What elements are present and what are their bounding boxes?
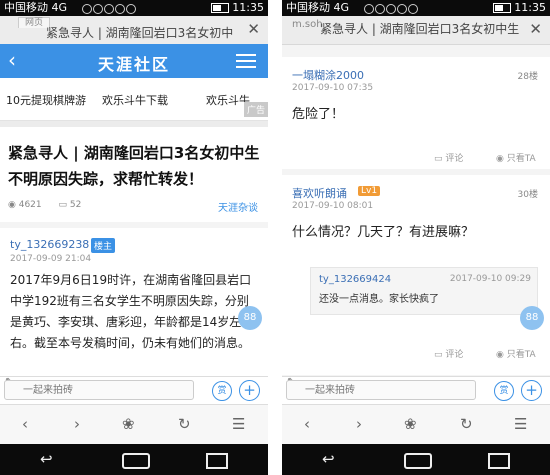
- android-nav-bar: ↩: [282, 444, 550, 475]
- forward-icon[interactable]: ›: [356, 415, 362, 433]
- background-tab[interactable]: m.soh: [292, 19, 323, 30]
- post-stats: ◉ 4621 ▭ 52: [8, 200, 95, 210]
- ad-link-2[interactable]: 欢乐斗牛下载: [102, 92, 168, 108]
- comment-action[interactable]: ▭ 评论: [434, 347, 463, 360]
- menu-icon[interactable]: ☰: [514, 415, 527, 433]
- reply-block: ty_132669424 2017-09-10 09:29 还没一点消息。家长快…: [310, 267, 538, 315]
- clock: 11:35: [514, 1, 546, 14]
- close-tab-icon[interactable]: ✕: [529, 20, 542, 38]
- views-count: ◉ 4621: [8, 200, 42, 210]
- status-right: 11:35: [211, 0, 264, 16]
- post-date: 2017-09-09 21:04: [10, 254, 92, 264]
- comment-user[interactable]: 一塌糊涂2000: [292, 67, 364, 83]
- active-tab-title[interactable]: 紧急寻人 | 湖南隆回岩口3名女初中生: [320, 20, 526, 37]
- channel-link[interactable]: 天涯杂谈: [218, 199, 258, 214]
- op-badge: 楼主: [91, 238, 116, 253]
- add-button[interactable]: +: [521, 380, 542, 401]
- post-body: ty_132669238 楼主 2017-09-09 21:04 2017年9月…: [0, 228, 268, 376]
- comment-floor: 30楼: [517, 190, 538, 200]
- android-nav-bar: ↩: [0, 444, 268, 475]
- ad-link-1[interactable]: 10元提现棋牌游: [6, 92, 86, 108]
- comment-user[interactable]: 喜欢听朗诵: [292, 185, 347, 201]
- comment-bar: ✎ 一起来拍砖 赏 +: [282, 376, 550, 405]
- menu-icon[interactable]: ☰: [232, 415, 245, 433]
- home-paw-icon[interactable]: ❀: [404, 415, 417, 433]
- comment-floor: 28楼: [517, 72, 538, 82]
- floating-action-icon[interactable]: 88: [238, 306, 262, 330]
- battery-icon: [493, 3, 512, 13]
- hamburger-menu-icon[interactable]: [236, 54, 256, 72]
- reward-button[interactable]: 赏: [212, 381, 232, 401]
- add-button[interactable]: +: [239, 380, 260, 401]
- floating-action-icon[interactable]: 88: [520, 306, 544, 330]
- system-back-icon[interactable]: ↩: [40, 450, 53, 468]
- comment-item: 喜欢听朗诵 Lv1 30楼 2017-09-10 08:01 什么情况？几天了？…: [282, 175, 550, 375]
- status-right: 11:35: [493, 0, 546, 16]
- reply-user[interactable]: ty_132669424: [319, 274, 391, 285]
- system-back-icon[interactable]: ↩: [322, 450, 335, 468]
- system-home-icon[interactable]: [404, 453, 432, 469]
- system-recents-icon[interactable]: [206, 453, 228, 469]
- level-badge: Lv1: [358, 186, 381, 196]
- comment-bar: ✎ 一起来拍砖 赏 +: [0, 376, 268, 405]
- comment-item: 一塌糊涂2000 28楼 2017-09-10 07:35 危险了！ ▭ 评论 …: [282, 57, 550, 169]
- system-recents-icon[interactable]: [488, 453, 510, 469]
- comment-input[interactable]: 一起来拍砖: [286, 380, 476, 400]
- browser-tab-strip: m.soh 紧急寻人 | 湖南隆回岩口3名女初中生 ✕: [282, 16, 550, 45]
- only-ta-action[interactable]: ◉ 只看TA: [496, 151, 536, 164]
- post-author[interactable]: ty_132669238: [10, 238, 89, 251]
- active-tab-title[interactable]: 紧急寻人 | 湖南隆回岩口3名女初中: [46, 24, 242, 41]
- post-title: 紧急寻人 | 湖南隆回岩口3名女初中生不明原因失踪，求帮忙转发！: [8, 144, 260, 188]
- reply-date: 2017-09-10 09:29: [449, 274, 531, 284]
- post-content: 2017年9月6日19时许，在湖南省隆回县岩口中学192班有三名女学生不明原因失…: [10, 273, 252, 350]
- comment-input[interactable]: 一起来拍砖: [4, 380, 194, 400]
- status-bar: 中国移动 4G 11:35: [0, 0, 268, 16]
- comment-action[interactable]: ▭ 评论: [434, 151, 463, 164]
- browser-toolbar: ‹ › ❀ ↻ ☰: [0, 404, 268, 445]
- forward-icon[interactable]: ›: [74, 415, 80, 433]
- carrier-label: 中国移动 4G: [286, 1, 350, 14]
- home-paw-icon[interactable]: ❀: [122, 415, 135, 433]
- only-ta-action[interactable]: ◉ 只看TA: [496, 347, 536, 360]
- status-bar: 中国移动 4G 11:35: [282, 0, 550, 16]
- browser-tab-strip: 网页 紧急寻人 | 湖南隆回岩口3名女初中 ✕: [0, 16, 268, 45]
- refresh-icon[interactable]: ↻: [460, 415, 473, 433]
- refresh-icon[interactable]: ↻: [178, 415, 191, 433]
- site-logo[interactable]: 天涯社区: [0, 51, 268, 75]
- ad-bar: 10元提现棋牌游 欢乐斗牛下载 欢乐斗牛 广告: [0, 78, 268, 121]
- close-tab-icon[interactable]: ✕: [247, 20, 260, 38]
- browser-toolbar: ‹ › ❀ ↻ ☰: [282, 404, 550, 445]
- back-icon[interactable]: ‹: [22, 415, 28, 433]
- comment-date: 2017-09-10 08:01: [292, 201, 374, 211]
- right-phone-screen: 中国移动 4G 11:35 m.soh 紧急寻人 | 湖南隆回岩口3名女初中生 …: [282, 0, 550, 475]
- left-phone-screen: 中国移动 4G 11:35 网页 紧急寻人 | 湖南隆回岩口3名女初中 ✕ ‹ …: [0, 0, 268, 475]
- comment-text: 危险了！: [292, 107, 345, 122]
- site-header: ‹ 天涯社区: [0, 44, 268, 78]
- system-home-icon[interactable]: [122, 453, 150, 469]
- carrier-label: 中国移动 4G: [4, 1, 68, 14]
- comment-text: 什么情况？几天了？有进展嘛？: [292, 225, 475, 240]
- reward-button[interactable]: 赏: [494, 381, 514, 401]
- ad-badge: 广告: [243, 102, 268, 117]
- replies-count: ▭ 52: [58, 200, 82, 210]
- comment-date: 2017-09-10 07:35: [292, 83, 374, 93]
- back-icon[interactable]: ‹: [304, 415, 310, 433]
- reply-text: 还没一点消息。家长快疯了: [319, 294, 439, 305]
- battery-icon: [211, 3, 230, 13]
- clock: 11:35: [232, 1, 264, 14]
